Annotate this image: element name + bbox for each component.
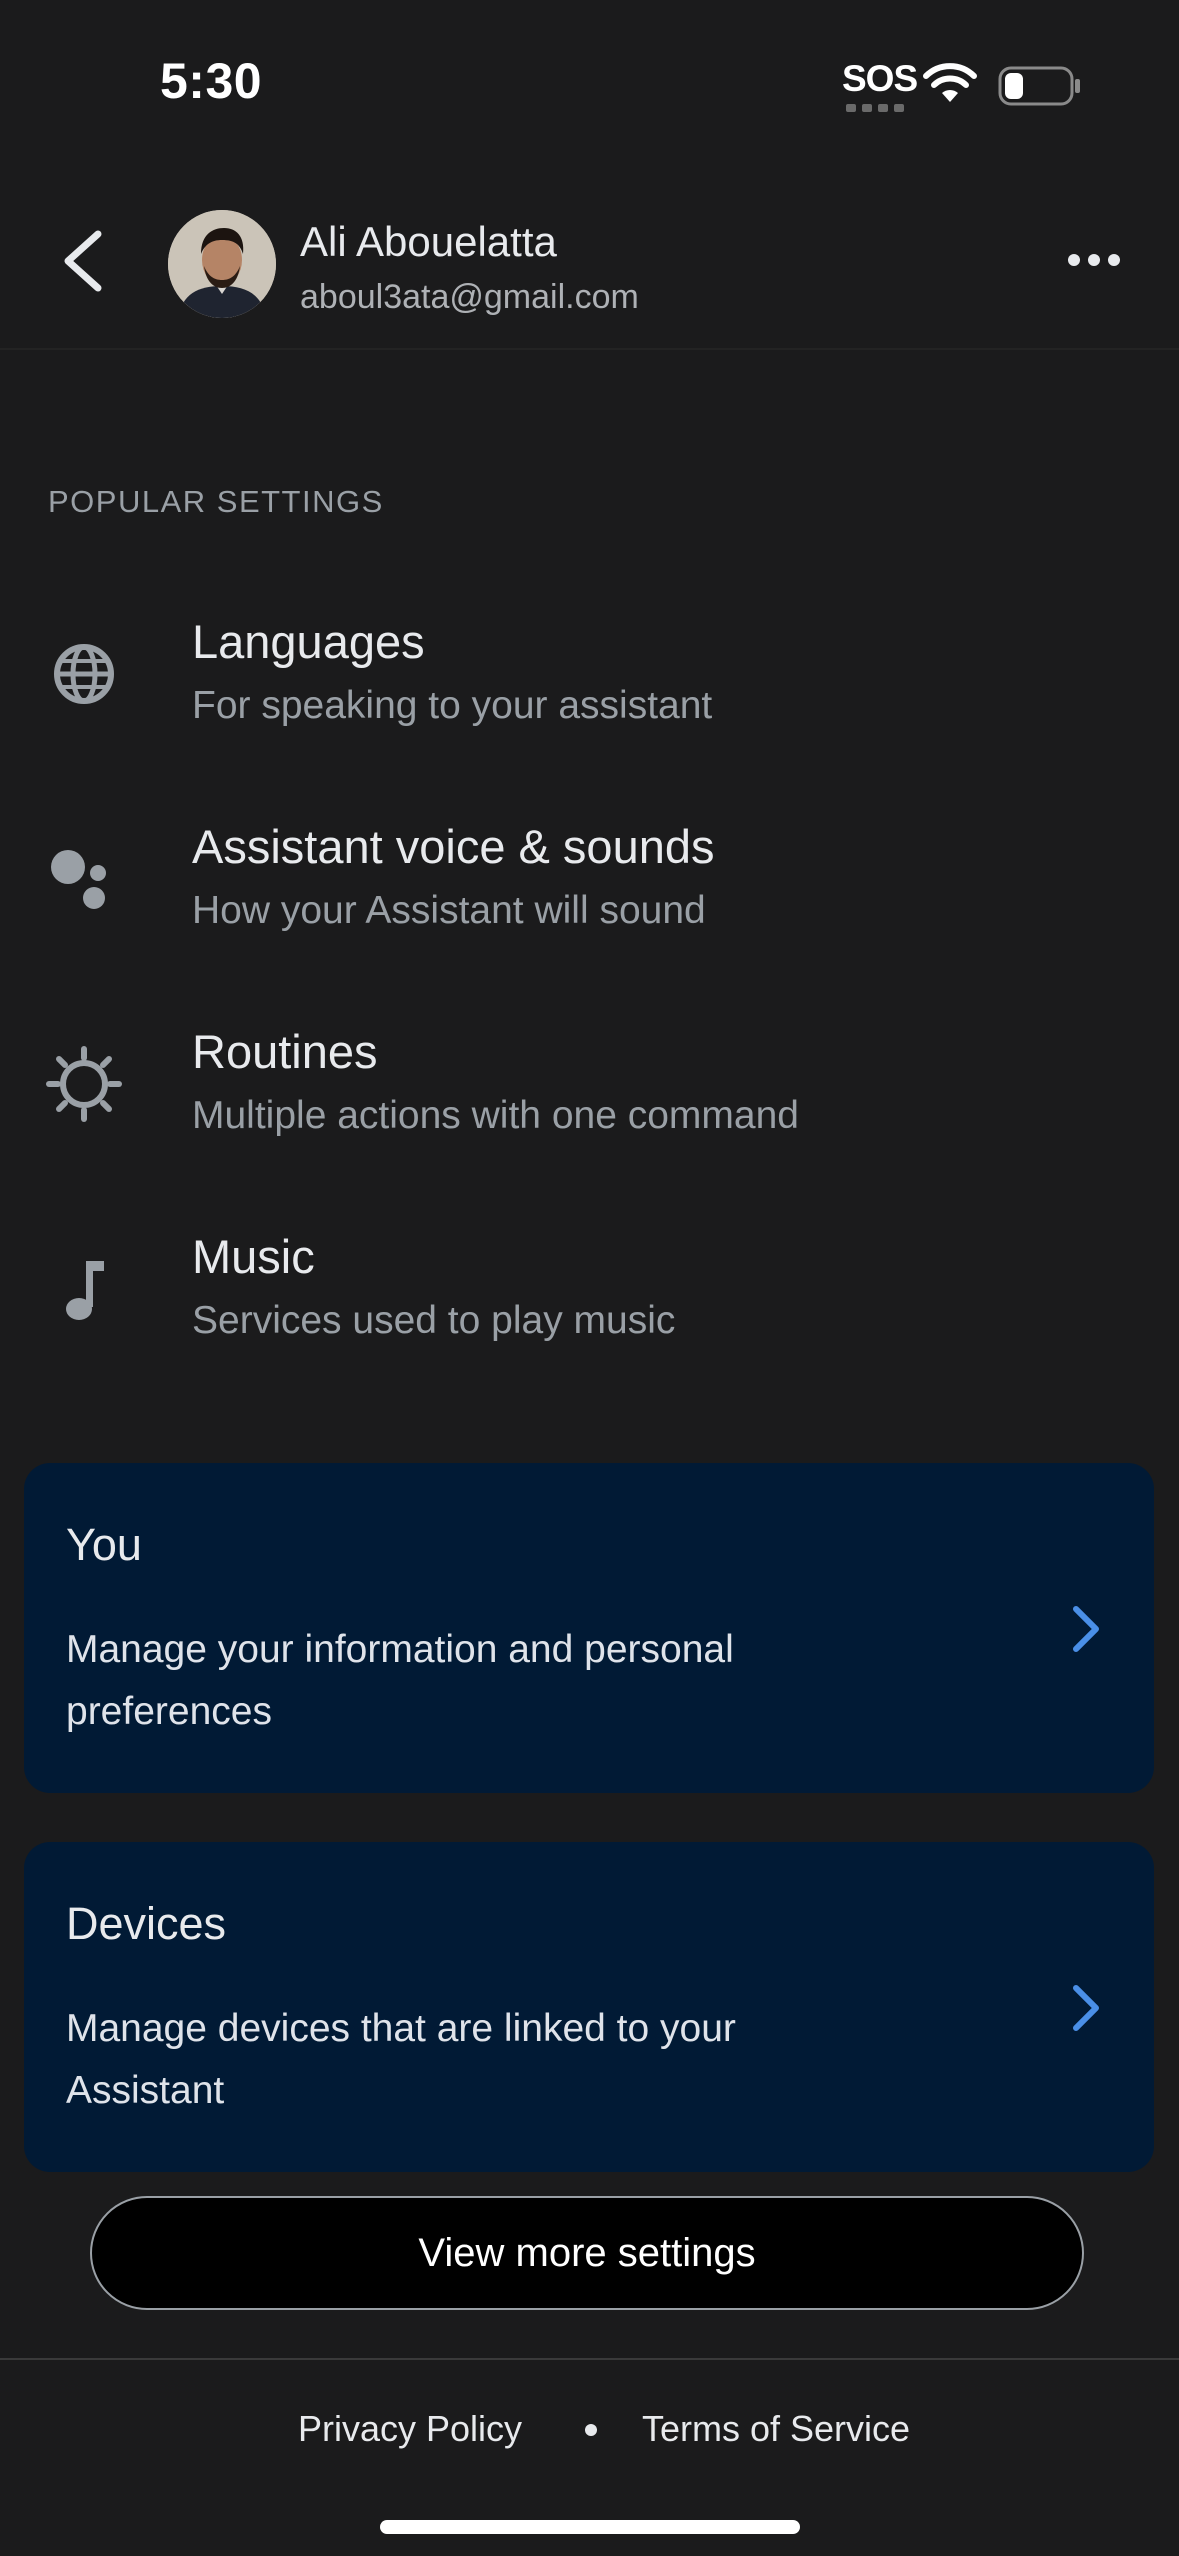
settings-item-title: Routines bbox=[192, 1025, 378, 1078]
chevron-right-icon bbox=[1073, 1606, 1099, 1652]
card-description: Manage devices that are linked to your A… bbox=[66, 2007, 736, 2112]
settings-item-music[interactable]: Music Services used to play music bbox=[0, 1195, 1179, 1395]
settings-item-subtitle: Multiple actions with one command bbox=[192, 1094, 799, 1137]
settings-item-subtitle: Services used to play music bbox=[192, 1299, 676, 1342]
settings-item-title: Languages bbox=[192, 615, 425, 668]
card-title: Devices bbox=[66, 1898, 227, 1949]
settings-item-subtitle: For speaking to your assistant bbox=[192, 684, 713, 727]
account-email: aboul3ata@gmail.com bbox=[300, 278, 639, 316]
card-you[interactable]: You Manage your information and personal… bbox=[24, 1463, 1154, 1793]
more-options-icon[interactable] bbox=[1064, 248, 1124, 272]
music-note-icon bbox=[66, 1261, 104, 1320]
header-divider bbox=[0, 348, 1179, 350]
terms-of-service-link[interactable]: Terms of Service bbox=[642, 2408, 910, 2450]
back-chevron-icon[interactable] bbox=[56, 226, 116, 296]
card-description: Manage your information and personal pre… bbox=[66, 1628, 734, 1733]
settings-item-languages[interactable]: Languages For speaking to your assistant bbox=[0, 580, 1179, 780]
avatar[interactable] bbox=[168, 210, 276, 318]
separator-dot bbox=[585, 2424, 597, 2436]
settings-item-title: Assistant voice & sounds bbox=[192, 820, 715, 873]
sos-indicator: SOS bbox=[842, 58, 918, 99]
section-title: POPULAR SETTINGS bbox=[48, 484, 384, 519]
home-indicator[interactable] bbox=[380, 2520, 800, 2534]
battery-icon bbox=[998, 66, 1080, 106]
assistant-dots-icon bbox=[51, 850, 106, 909]
account-name: Ali Abouelatta bbox=[300, 218, 557, 265]
status-time: 5:30 bbox=[160, 53, 263, 109]
settings-item-routines[interactable]: Routines Multiple actions with one comma… bbox=[0, 990, 1179, 1190]
chevron-right-icon bbox=[1073, 1985, 1099, 2031]
privacy-policy-link[interactable]: Privacy Policy bbox=[298, 2408, 522, 2450]
card-title: You bbox=[66, 1519, 142, 1570]
signal-dots-icon bbox=[846, 104, 906, 112]
card-devices[interactable]: Devices Manage devices that are linked t… bbox=[24, 1842, 1154, 2172]
settings-item-subtitle: How your Assistant will sound bbox=[192, 889, 706, 932]
settings-item-title: Music bbox=[192, 1230, 315, 1283]
footer-divider bbox=[0, 2358, 1179, 2360]
routines-icon bbox=[46, 1046, 122, 1122]
wifi-icon bbox=[923, 63, 977, 102]
globe-icon bbox=[54, 644, 114, 704]
view-more-settings-button[interactable]: View more settings bbox=[90, 2196, 1084, 2310]
settings-item-voice-sounds[interactable]: Assistant voice & sounds How your Assist… bbox=[0, 785, 1179, 985]
